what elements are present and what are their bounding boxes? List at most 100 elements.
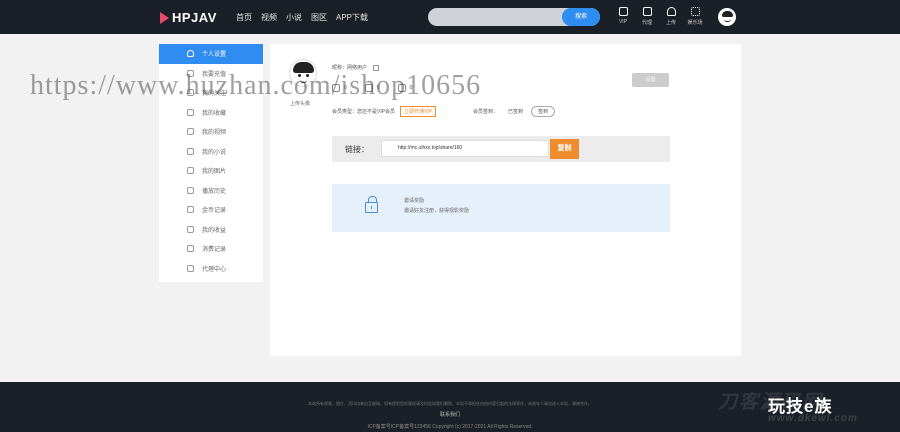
grid-icon — [690, 7, 700, 16]
top-navbar: HPJAV 首页 视频 小说 图区 APP下载 搜索 VIP 代理 上传 娱乐场 — [0, 0, 900, 34]
sidebar-item-label: 我的关注 — [202, 91, 227, 98]
footer-copyright: ICP备案号ICP备案号123456 Copyright (c) 2017-20… — [367, 424, 533, 430]
nav-item-gallery[interactable]: 图区 — [311, 12, 327, 23]
sidebar-item-videos[interactable]: 我的视频 — [159, 122, 263, 142]
image-icon — [187, 167, 194, 175]
sidebar-item-novels[interactable]: 我的小说 — [159, 142, 263, 162]
sidebar-item-consumption[interactable]: 消费记录 — [159, 239, 263, 259]
user-sidebar: 个人设置 我要充值 我的关注 我的收藏 我的视频 我的小说 我的图片 播放历史 … — [159, 44, 263, 282]
upload-label: 上传 — [665, 20, 676, 26]
sidebar-item-label: 我要充值 — [202, 71, 227, 78]
sidebar-item-favorites[interactable]: 我的收藏 — [159, 103, 263, 123]
sidebar-item-recharge[interactable]: 我要充值 — [159, 64, 263, 84]
stat-value: 0 — [409, 85, 413, 91]
upload-icon — [666, 7, 676, 16]
promo-link-label: 链接： — [345, 145, 369, 154]
promo-link-box: 链接： http://mc.ulhxx.top/share/160 复制 — [332, 136, 670, 162]
book-icon — [187, 147, 194, 155]
member-type-text: 会员类型：您还不是VIP会员 — [332, 109, 396, 115]
stat-value: 0 — [376, 85, 380, 91]
member-type-row: 会员类型：您还不是VIP会员 立即开通VIP — [332, 106, 437, 117]
promo-link-field[interactable]: http://mc.ulhxx.top/share/160 — [381, 140, 549, 157]
invite-reward-box: 邀请奖励 邀请好友注册，获得观影奖励 — [332, 184, 670, 232]
logo-text: HPJAV — [172, 10, 217, 25]
sidebar-item-profile-settings[interactable]: 个人设置 — [159, 44, 263, 64]
nav-item-app-download[interactable]: APP下载 — [336, 12, 368, 23]
recharge-icon — [187, 69, 194, 77]
vip-button[interactable]: VIP — [614, 7, 632, 26]
search-button[interactable]: 搜索 — [562, 8, 600, 26]
sidebar-item-label: 我的图片 — [202, 169, 227, 176]
casino-label: 娱乐场 — [687, 20, 703, 26]
user-stats: 0 0 0 — [332, 84, 412, 92]
nav-item-video[interactable]: 视频 — [261, 12, 277, 23]
edit-icon[interactable] — [373, 64, 380, 71]
vip-icon — [618, 7, 628, 16]
invite-title: 邀请奖励 — [404, 198, 425, 204]
stat-coins: 0 — [332, 84, 347, 92]
user-icon — [187, 50, 194, 58]
footer-disclaimer: 本站所有视频、图片、资讯均来自互联网，如有侵犯您的版权请及时告知我们删除。本站不… — [308, 401, 592, 406]
main-nav: 首页 视频 小说 图区 APP下载 — [236, 12, 368, 23]
sidebar-item-label: 消费记录 — [202, 247, 227, 254]
settings-button[interactable]: 设置 — [632, 73, 669, 87]
receipt-icon — [187, 245, 194, 253]
logo-play-icon — [160, 11, 169, 24]
sidebar-item-label: 播放历史 — [202, 188, 227, 195]
header-tools: VIP 代理 上传 娱乐场 — [614, 7, 704, 26]
follow-icon — [187, 89, 194, 97]
video-icon — [187, 128, 194, 136]
sidebar-item-label: 我的收藏 — [202, 110, 227, 117]
upload-avatar-link[interactable]: 上传头像 — [290, 100, 310, 107]
footer-watermark-url: www.dkewl.com — [768, 413, 858, 424]
profile-panel: 上传头像 昵称：网络用户 0 0 0 会员类型：您还不是VIP会员 立即开通VI… — [270, 44, 741, 356]
nav-item-home[interactable]: 首页 — [236, 12, 252, 23]
site-logo[interactable]: HPJAV — [160, 10, 217, 25]
stat-points: 0 — [364, 84, 380, 92]
sidebar-item-income[interactable]: 我的收益 — [159, 220, 263, 240]
profile-avatar[interactable] — [289, 59, 317, 87]
sidebar-item-label: 代理中心 — [202, 266, 227, 273]
sidebar-item-coins[interactable]: 金币记录 — [159, 200, 263, 220]
signin-button[interactable]: 签到 — [531, 106, 556, 117]
nav-item-novel[interactable]: 小说 — [286, 12, 302, 23]
history-icon — [187, 186, 194, 194]
sidebar-item-label: 金币记录 — [202, 208, 227, 215]
site-footer: 刀客源码网 本站所有视频、图片、资讯均来自互联网，如有侵犯您的版权请及时告知我们… — [0, 382, 900, 432]
sidebar-item-label: 个人设置 — [202, 52, 227, 59]
casino-button[interactable]: 娱乐场 — [686, 7, 704, 26]
lock-icon — [365, 196, 378, 213]
sidebar-item-follow[interactable]: 我的关注 — [159, 83, 263, 103]
invite-description: 邀请好友注册，获得观影奖励 — [404, 208, 470, 214]
sidebar-item-label: 我的小说 — [202, 149, 227, 156]
sidebar-item-images[interactable]: 我的图片 — [159, 161, 263, 181]
agent-icon — [642, 7, 652, 16]
signin-row: 会员签到： 已签到 签到 — [473, 106, 556, 117]
sidebar-item-label: 我的视频 — [202, 130, 227, 137]
coin-icon — [332, 84, 340, 92]
sidebar-item-history[interactable]: 播放历史 — [159, 181, 263, 201]
nickname-row: 昵称：网络用户 — [332, 64, 380, 71]
copy-button[interactable]: 复制 — [550, 139, 579, 159]
upload-button[interactable]: 上传 — [662, 7, 680, 26]
income-icon — [187, 225, 194, 233]
sidebar-item-agent-center[interactable]: 代理中心 — [159, 259, 263, 279]
stat-value: 0 — [344, 85, 347, 91]
eye-icon — [397, 84, 406, 92]
agent-icon — [187, 264, 194, 272]
agent-button[interactable]: 代理 — [638, 7, 656, 26]
points-icon — [364, 84, 373, 92]
star-icon — [187, 108, 194, 116]
open-vip-button[interactable]: 立即开通VIP — [400, 106, 437, 117]
stat-views: 0 — [397, 84, 413, 92]
search-input[interactable]: 搜索 — [428, 8, 600, 26]
footer-contact-link[interactable]: 联系我们 — [0, 411, 900, 418]
vip-label: VIP — [618, 19, 628, 25]
nickname-text: 昵称：网络用户 — [332, 65, 368, 71]
coin-icon — [187, 206, 194, 214]
signin-label: 会员签到： — [473, 109, 499, 115]
agent-label: 代理 — [641, 20, 652, 26]
sidebar-item-label: 我的收益 — [202, 227, 227, 234]
signin-status: 已签到 — [508, 109, 524, 115]
user-avatar[interactable] — [718, 8, 736, 26]
